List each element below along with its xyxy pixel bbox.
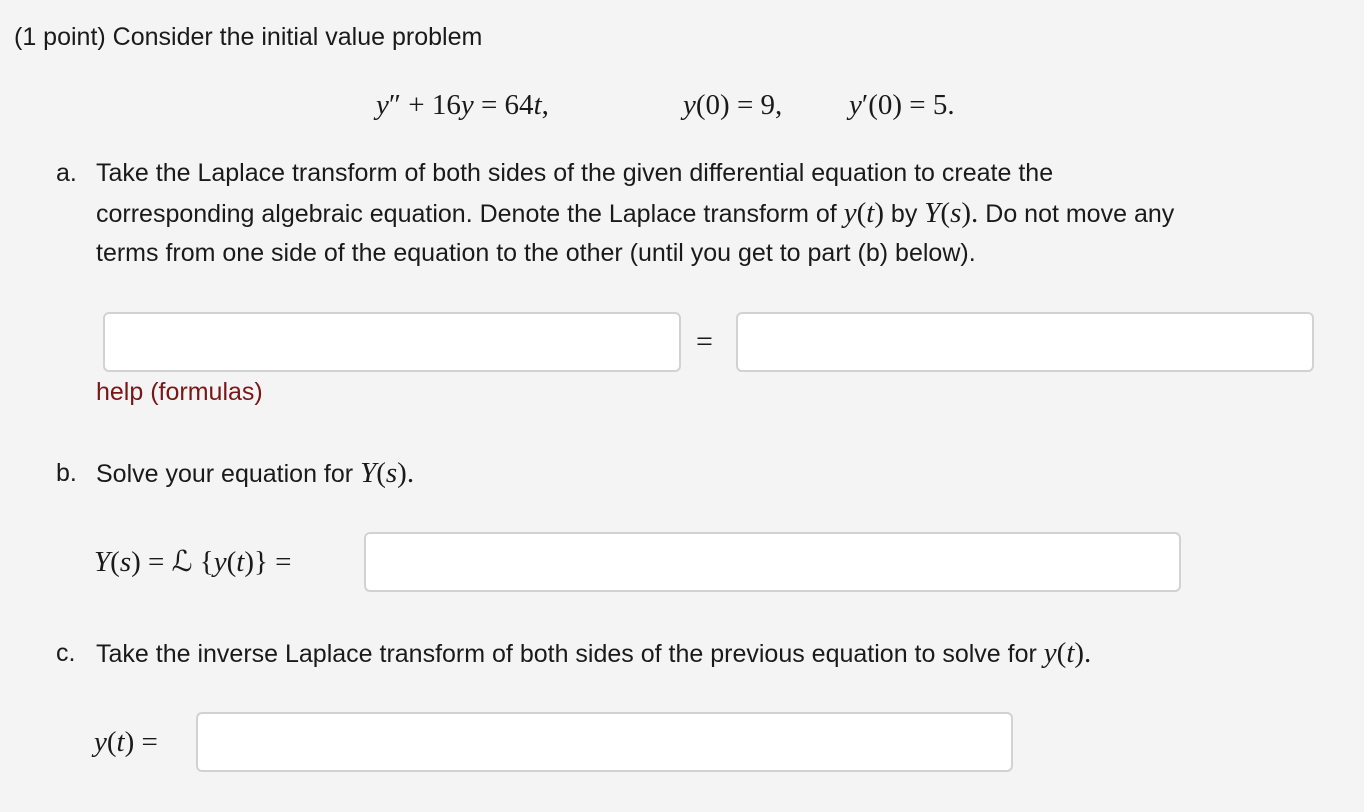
laplace-rhs-input[interactable] — [736, 312, 1314, 372]
problem-intro: Consider the initial value problem — [112, 23, 483, 51]
part-a-line-1: Take the Laplace transform of both sides… — [96, 159, 1054, 187]
part-a-line-2: corresponding algebraic equation. Denote… — [96, 197, 1175, 229]
laplace-lhs-input[interactable] — [103, 312, 681, 372]
part-b-label: b. — [56, 459, 77, 487]
part-b-text: Solve your equation for Y(s). — [96, 457, 415, 489]
points-label: (1 point) — [14, 23, 106, 51]
part-c-text: Take the inverse Laplace transform of bo… — [96, 637, 1092, 669]
initial-condition-2: y′(0) = 5. — [849, 89, 955, 121]
help-formulas-link[interactable]: help (formulas) — [96, 378, 263, 407]
equals-sign: = — [696, 325, 713, 358]
part-a-label: a. — [56, 159, 77, 187]
part-c-label: c. — [56, 639, 76, 667]
inverse-laplace-input[interactable] — [196, 712, 1013, 772]
differential-equation: y″ + 16y = 64t, — [376, 89, 549, 121]
initial-condition-1: y(0) = 9, — [683, 89, 783, 121]
part-c-lhs: y(t) = — [94, 726, 158, 758]
part-a-line-3: terms from one side of the equation to t… — [96, 239, 976, 267]
laplace-solution-input[interactable] — [364, 532, 1181, 592]
part-b-lhs: Y(s) = ℒ {y(t)} = — [94, 546, 292, 578]
problem-header: (1 point) Consider the initial value pro… — [14, 17, 482, 57]
